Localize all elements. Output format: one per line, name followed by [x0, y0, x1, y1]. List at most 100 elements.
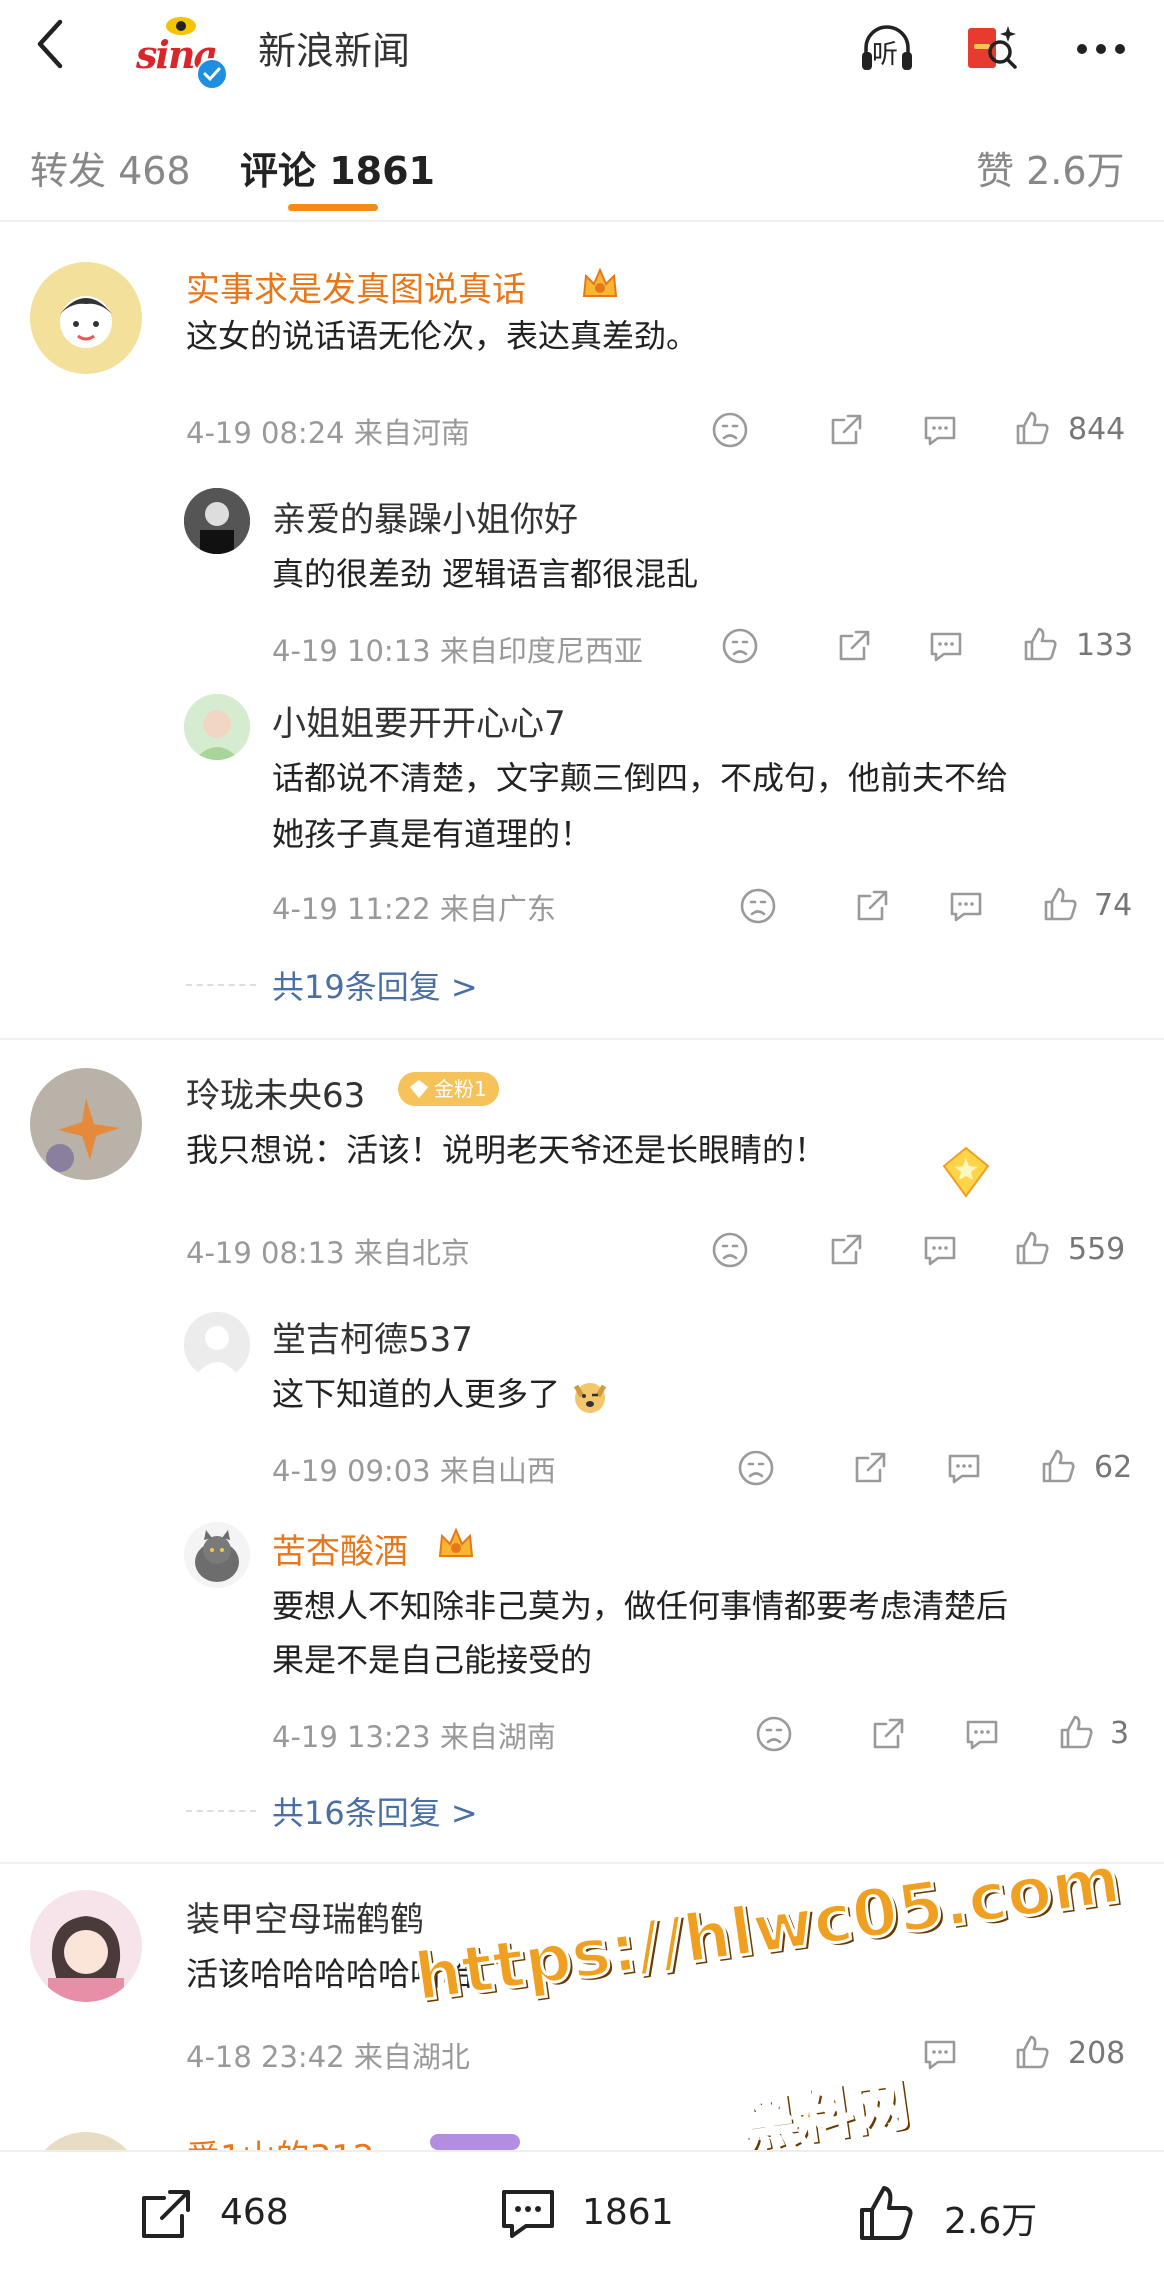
divider	[0, 220, 1164, 222]
avatar[interactable]	[30, 262, 142, 374]
comment-icon[interactable]	[920, 410, 960, 450]
tab-repost[interactable]: 转发 468	[30, 140, 191, 195]
comment-author[interactable]: 装甲空母瑞鹤鹤	[186, 1892, 424, 1941]
watermark-url: https://hlwc05.com	[409, 1840, 1127, 2018]
comment-text: 这女的说话语无伦次，表达真差劲。	[186, 317, 699, 355]
dashed-line	[186, 984, 256, 986]
like-thumb-icon[interactable]	[1020, 624, 1060, 664]
share-icon[interactable]	[868, 1714, 908, 1754]
comment-meta: 4-19 08:13 来自北京	[186, 1230, 470, 1272]
like-thumb-icon[interactable]	[1040, 884, 1080, 924]
more-dots-icon[interactable]	[1070, 18, 1132, 80]
like-total: 2.6万	[944, 2201, 1038, 2242]
comment-icon[interactable]	[946, 886, 986, 926]
reply-time: 4-19 09:03	[272, 1454, 431, 1488]
comment-icon[interactable]	[962, 1714, 1002, 1754]
crown-badge-icon	[438, 1527, 474, 1557]
avatar[interactable]	[30, 1890, 142, 2002]
crown-badge-icon	[582, 267, 618, 297]
dislike-face-icon[interactable]	[710, 410, 750, 450]
tab-comments[interactable]: 评论 1861	[240, 140, 435, 195]
dislike-face-icon[interactable]	[710, 1230, 750, 1270]
comment-text: 我只想说：活该！说明老天爷还是长眼睛的！	[186, 1131, 827, 1169]
reply-time: 4-19 11:22	[272, 892, 431, 926]
comment-button[interactable]: 1861	[496, 2182, 726, 2246]
listen-label: 听	[872, 40, 899, 70]
dislike-face-icon[interactable]	[736, 1448, 776, 1488]
reply-location: 来自湖南	[439, 1720, 556, 1754]
comment-location: 来自北京	[353, 1236, 470, 1270]
like-count: 559	[1068, 1232, 1126, 1267]
like-button[interactable]: 2.6万	[854, 2182, 1094, 2246]
reply-meta: 4-19 09:03 来自山西	[272, 1448, 556, 1490]
headphones-listen-icon[interactable]: 听	[856, 18, 918, 80]
divider	[0, 1038, 1164, 1040]
reply-location: 来自印度尼西亚	[439, 634, 643, 668]
repost-count: 468	[220, 2192, 289, 2233]
reply-location: 来自广东	[439, 892, 556, 926]
comment-time: 4-18 23:42	[186, 2040, 345, 2074]
reply-text: 真的很差劲 逻辑语言都很混乱	[272, 555, 699, 593]
fan-badge: 金粉1	[398, 1072, 499, 1106]
avatar[interactable]	[184, 1312, 250, 1378]
share-icon[interactable]	[850, 1448, 890, 1488]
like-thumb-icon[interactable]	[1038, 1446, 1078, 1486]
back-arrow-icon[interactable]	[22, 14, 82, 74]
share-icon	[142, 2190, 190, 2238]
comment-author[interactable]: 玲珑未央63	[186, 1068, 365, 1117]
reply-author[interactable]: 堂吉柯德537	[272, 1312, 473, 1361]
avatar[interactable]	[184, 488, 250, 554]
comment-location: 来自河南	[353, 416, 470, 450]
reply-location: 来自山西	[439, 1454, 556, 1488]
tab-likes[interactable]: 赞 2.6万	[976, 140, 1125, 195]
comment-count: 1861	[582, 2192, 674, 2233]
dislike-face-icon[interactable]	[738, 886, 778, 926]
fan-badge-label: 金粉1	[434, 1077, 487, 1101]
reply-author[interactable]: 小姐姐要开开心心7	[272, 696, 566, 745]
bottom-action-bar: 468 1861 2.6万	[0, 2150, 1164, 2280]
reply-text-line: 她孩子真是有道理的！	[272, 815, 593, 853]
like-count: 133	[1076, 628, 1134, 663]
like-count: 74	[1094, 888, 1133, 923]
dislike-face-icon[interactable]	[754, 1714, 794, 1754]
reply-meta: 4-19 13:23 来自湖南	[272, 1714, 556, 1756]
more-replies-link[interactable]: 共16条回复 >	[272, 1788, 478, 1834]
reply-time: 4-19 13:23	[272, 1720, 431, 1754]
repost-button[interactable]: 468	[134, 2182, 334, 2246]
like-thumb-icon[interactable]	[1056, 1712, 1096, 1752]
watermark-name: 黑料网	[735, 2070, 913, 2161]
like-thumb-icon[interactable]	[1012, 408, 1052, 448]
reply-text-content: 这下知道的人更多了	[272, 1375, 561, 1413]
like-count: 844	[1068, 412, 1126, 447]
share-icon[interactable]	[834, 626, 874, 666]
reply-meta: 4-19 10:13 来自印度尼西亚	[272, 628, 643, 670]
reply-author[interactable]: 苦杏酸酒	[272, 1524, 408, 1573]
red-envelope-icon[interactable]	[962, 18, 1024, 80]
more-replies-link[interactable]: 共19条回复 >	[272, 962, 478, 1008]
like-count: 3	[1110, 1716, 1130, 1751]
tab-bar: 转发 468 评论 1861 赞 2.6万	[0, 110, 1164, 220]
diamond-badge-icon	[409, 1079, 429, 1099]
avatar[interactable]	[30, 1068, 142, 1180]
comment-icon[interactable]	[920, 1230, 960, 1270]
comment-icon	[502, 2190, 554, 2238]
sina-logo: sina	[134, 12, 228, 90]
like-count: 62	[1094, 1450, 1133, 1485]
share-icon[interactable]	[852, 886, 892, 926]
comment-icon[interactable]	[926, 626, 966, 666]
dislike-face-icon[interactable]	[720, 626, 760, 666]
avatar[interactable]	[184, 694, 250, 760]
comment-icon[interactable]	[944, 1448, 984, 1488]
reply-text: 这下知道的人更多了	[272, 1366, 610, 1422]
comment-author[interactable]: 实事求是发真图说真话	[186, 262, 526, 311]
reply-text-line: 话都说不清楚，文字颠三倒四，不成句，他前夫不给	[272, 759, 1009, 797]
reply-author[interactable]: 亲爱的暴躁小姐你好	[272, 492, 578, 541]
avatar[interactable]	[184, 1522, 250, 1588]
dashed-line	[186, 1810, 256, 1812]
like-thumb-icon[interactable]	[1012, 1228, 1052, 1268]
comment-time: 4-19 08:13	[186, 1236, 345, 1270]
comment-time: 4-19 08:24	[186, 416, 345, 450]
share-icon[interactable]	[826, 1230, 866, 1270]
diamond-star-icon	[942, 1146, 990, 1198]
share-icon[interactable]	[826, 410, 866, 450]
